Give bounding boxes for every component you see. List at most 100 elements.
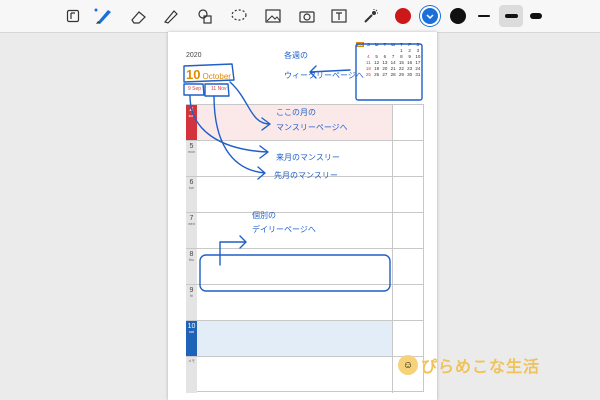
day-of-week: sat <box>189 330 194 334</box>
day-notes-area[interactable] <box>197 213 392 249</box>
weekday-label: T <box>383 42 387 47</box>
day-row[interactable]: 8 thu <box>186 248 424 285</box>
day-row[interactable]: 6 tue <box>186 176 424 213</box>
planner-page[interactable]: 2020 10 October 9 Sep 11 Nov 10 S M T W … <box>168 32 437 400</box>
day-notes-area[interactable] <box>197 249 392 285</box>
day-notes-area[interactable] <box>197 105 392 141</box>
mini-calendar-row: 123 <box>356 48 422 53</box>
mini-calendar-day[interactable]: 19 <box>373 66 381 71</box>
day-of-week: wed <box>188 222 195 226</box>
lasso-icon[interactable] <box>228 5 250 27</box>
day-row[interactable]: メモ <box>186 356 424 393</box>
day-side-column[interactable] <box>392 321 425 357</box>
mini-calendar-day[interactable]: 1 <box>397 48 405 53</box>
day-tag[interactable]: 8 thu <box>186 249 197 285</box>
mini-calendar-day[interactable]: 20 <box>381 66 389 71</box>
color-red-swatch[interactable] <box>395 8 411 24</box>
day-number: 9 <box>189 287 194 294</box>
color-black-swatch[interactable] <box>450 8 466 24</box>
mini-calendar-day[interactable] <box>364 48 372 53</box>
day-number: 10 <box>187 323 196 330</box>
page-nav-icon[interactable] <box>64 5 82 27</box>
mini-calendar-day[interactable]: 24 <box>414 66 422 71</box>
day-side-column[interactable] <box>392 213 425 249</box>
mini-calendar-day[interactable]: 21 <box>389 66 397 71</box>
month-header[interactable]: 10 October <box>186 67 231 82</box>
mini-calendar-day[interactable]: 14 <box>389 60 397 65</box>
mini-calendar-day[interactable]: 26 <box>373 72 381 77</box>
day-tag[interactable]: 5 mon <box>186 141 197 177</box>
day-row[interactable]: 5 mon <box>186 140 424 177</box>
mini-calendar-day[interactable]: 25 <box>364 72 372 77</box>
day-number: 5 <box>189 143 194 150</box>
stroke-medium-option[interactable] <box>499 5 523 27</box>
month-name: October <box>202 72 231 81</box>
mini-calendar-day[interactable]: 31 <box>414 72 422 77</box>
day-notes-area[interactable] <box>197 177 392 213</box>
mini-calendar-day[interactable]: 27 <box>381 72 389 77</box>
site-watermark: ☺ ぴらめこな生活 <box>398 353 540 377</box>
day-number: 7 <box>189 215 194 222</box>
highlighter-icon[interactable] <box>160 5 182 27</box>
image-icon[interactable] <box>262 5 284 27</box>
day-tag[interactable]: 6 tue <box>186 177 197 213</box>
mini-calendar-day[interactable]: 5 <box>373 54 381 59</box>
mini-calendar-day[interactable]: 18 <box>364 66 372 71</box>
mini-calendar-day[interactable]: 9 <box>406 54 414 59</box>
mini-calendar-day[interactable]: 11 <box>364 60 372 65</box>
mini-calendar-day[interactable]: 16 <box>406 60 414 65</box>
mini-calendar[interactable]: 10 S M T W T F S 1 2 3 4 5 6 7 8 9 10 11 12 13 14 15 16… <box>356 42 422 98</box>
mini-calendar-day[interactable]: 8 <box>397 54 405 59</box>
mini-calendar-day[interactable]: 29 <box>397 72 405 77</box>
day-side-column[interactable] <box>392 249 425 285</box>
stroke-thick-option[interactable] <box>530 13 542 19</box>
mini-calendar-day[interactable]: 7 <box>389 54 397 59</box>
eraser-icon[interactable] <box>128 5 150 27</box>
mini-calendar-day[interactable]: 17 <box>414 60 422 65</box>
laser-pointer-icon[interactable] <box>360 5 382 27</box>
day-side-column[interactable] <box>392 177 425 213</box>
prev-month-tab[interactable]: 9 Sep <box>188 86 201 92</box>
mini-calendar-day[interactable]: 30 <box>406 72 414 77</box>
day-side-column[interactable] <box>392 285 425 321</box>
day-tag[interactable]: 7 wed <box>186 213 197 249</box>
day-row[interactable]: 4 sun <box>186 104 424 141</box>
mini-calendar-day[interactable]: 3 <box>414 48 422 53</box>
day-notes-area[interactable] <box>197 321 392 357</box>
stroke-thin-option[interactable] <box>478 15 490 17</box>
mini-calendar-day[interactable] <box>373 48 381 53</box>
day-notes-area[interactable] <box>197 141 392 177</box>
day-tag[interactable]: 10 sat <box>186 321 197 357</box>
day-of-week: tue <box>189 186 194 190</box>
mini-calendar-day[interactable]: 13 <box>381 60 389 65</box>
day-notes-area[interactable] <box>197 357 392 393</box>
day-row[interactable]: 9 fri <box>186 284 424 321</box>
text-icon[interactable] <box>328 5 350 27</box>
day-tag[interactable]: メモ <box>186 357 197 393</box>
mini-calendar-day[interactable]: 23 <box>406 66 414 71</box>
day-row[interactable]: 7 wed <box>186 212 424 249</box>
day-tag[interactable]: 9 fri <box>186 285 197 321</box>
mini-calendar-badge: 10 <box>356 42 365 47</box>
mini-calendar-day[interactable] <box>381 48 389 53</box>
day-side-column[interactable] <box>392 141 425 177</box>
next-month-tab[interactable]: 11 Nov <box>211 86 226 92</box>
mini-calendar-day[interactable]: 2 <box>406 48 414 53</box>
mini-calendar-day[interactable]: 22 <box>397 66 405 71</box>
mini-calendar-spacer <box>356 66 364 71</box>
mini-calendar-day[interactable]: 6 <box>381 54 389 59</box>
mini-calendar-day[interactable]: 28 <box>389 72 397 77</box>
mini-calendar-day[interactable] <box>389 48 397 53</box>
day-notes-area[interactable] <box>197 285 392 321</box>
shapes-icon[interactable] <box>194 5 216 27</box>
day-side-column[interactable] <box>392 105 425 141</box>
mini-calendar-day[interactable]: 4 <box>364 54 372 59</box>
pen-icon[interactable] <box>92 5 116 27</box>
day-tag[interactable]: 4 sun <box>186 105 197 141</box>
day-row[interactable]: 10 sat <box>186 320 424 357</box>
color-blue-swatch[interactable] <box>422 8 438 24</box>
mini-calendar-day[interactable]: 15 <box>397 60 405 65</box>
camera-icon[interactable] <box>296 5 318 27</box>
mini-calendar-day[interactable]: 10 <box>414 54 422 59</box>
mini-calendar-day[interactable]: 12 <box>373 60 381 65</box>
